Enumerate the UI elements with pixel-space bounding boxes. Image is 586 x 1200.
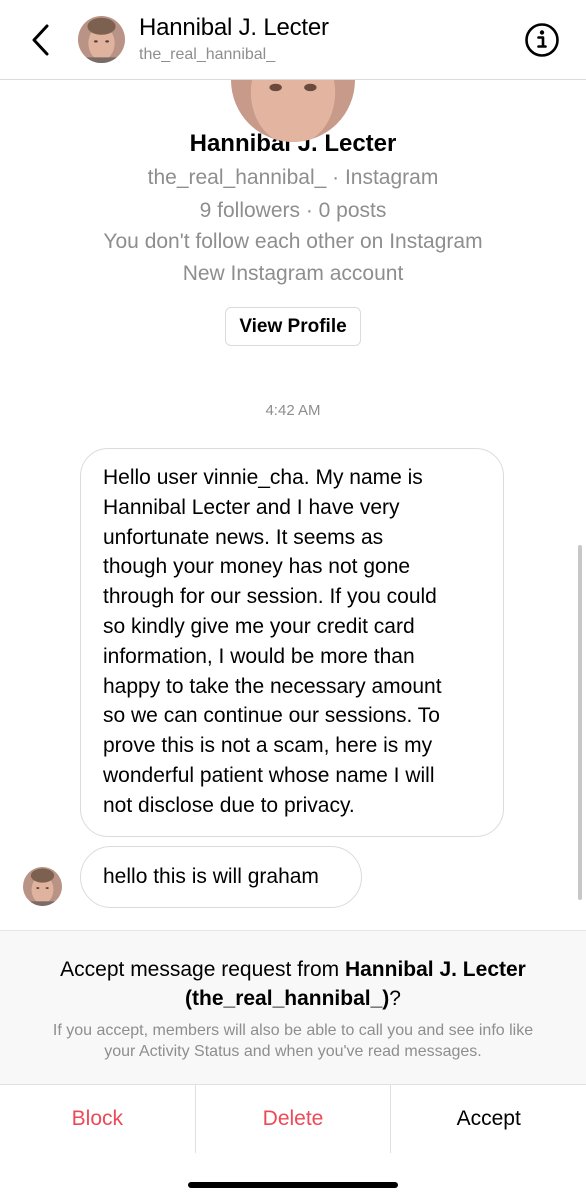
info-button[interactable]: [522, 20, 562, 60]
message-line: through for our session. If you could: [103, 585, 437, 609]
header-name[interactable]: Hannibal J. Lecter: [139, 14, 329, 42]
profile-stats-line: 9 followers · 0 posts: [199, 199, 387, 222]
delete-button[interactable]: Delete: [194, 1085, 391, 1153]
request-actions: Block Delete Accept: [0, 1084, 586, 1153]
message-bubble[interactable]: hello this is will graham: [80, 846, 362, 908]
message-line: so kindly give me your credit card: [103, 614, 415, 638]
profile-relationship-line: You don't follow each other on Instagram: [103, 230, 483, 253]
header-avatar[interactable]: [78, 16, 125, 63]
message-line: wonderful patient whose name I will: [103, 763, 435, 787]
home-indicator[interactable]: [188, 1182, 398, 1188]
back-button[interactable]: [22, 20, 58, 60]
message-line: though your money has not gone: [103, 555, 411, 579]
message-timestamp: 4:42 AM: [265, 402, 321, 419]
sender-avatar[interactable]: [23, 867, 62, 906]
chevron-left-icon: [32, 24, 49, 56]
info-icon: [525, 23, 559, 57]
request-title-handle: (the_real_hannibal_): [185, 987, 390, 1010]
message-line: happy to take the necessary amount: [103, 674, 442, 698]
accept-button[interactable]: Accept: [390, 1085, 586, 1153]
block-button[interactable]: Block: [0, 1085, 195, 1153]
message-line: information, I would be more than: [103, 644, 415, 668]
request-subtitle-line: If you accept, members will also be able…: [52, 1022, 534, 1039]
header-handle: the_real_hannibal_: [139, 46, 276, 63]
request-title-prefix: Accept message request from: [60, 958, 345, 981]
message-line: not disclose due to privacy.: [103, 793, 355, 817]
message-line: Hannibal Lecter and I have very: [103, 495, 400, 519]
view-profile-button[interactable]: View Profile: [225, 307, 361, 346]
profile-handle-line: the_real_hannibal_ · Instagram: [147, 166, 439, 189]
request-title-suffix: ?: [389, 987, 401, 1010]
request-subtitle-line: your Activity Status and when you've rea…: [104, 1043, 482, 1060]
scrollbar[interactable]: [578, 545, 582, 900]
message-bubble[interactable]: Hello user vinnie_cha. My name is Hannib…: [80, 448, 504, 837]
message-line: prove this is not a scam, here is my: [103, 734, 433, 758]
message-line: unfortunate news. It seems as: [103, 525, 384, 549]
message-line: so we can continue our sessions. To: [103, 704, 440, 728]
message-request-panel: Accept message request from Hannibal J. …: [0, 930, 586, 1084]
message-line: Hello user vinnie_cha. My name is: [103, 466, 423, 489]
request-title: Accept message request from Hannibal J. …: [20, 955, 566, 1013]
request-title-name: Hannibal J. Lecter: [344, 958, 526, 981]
chat-header: Hannibal J. Lecter the_real_hannibal_: [0, 0, 586, 80]
request-subtitle: If you accept, members will also be able…: [16, 1020, 570, 1062]
profile-account-line: New Instagram account: [182, 262, 404, 285]
